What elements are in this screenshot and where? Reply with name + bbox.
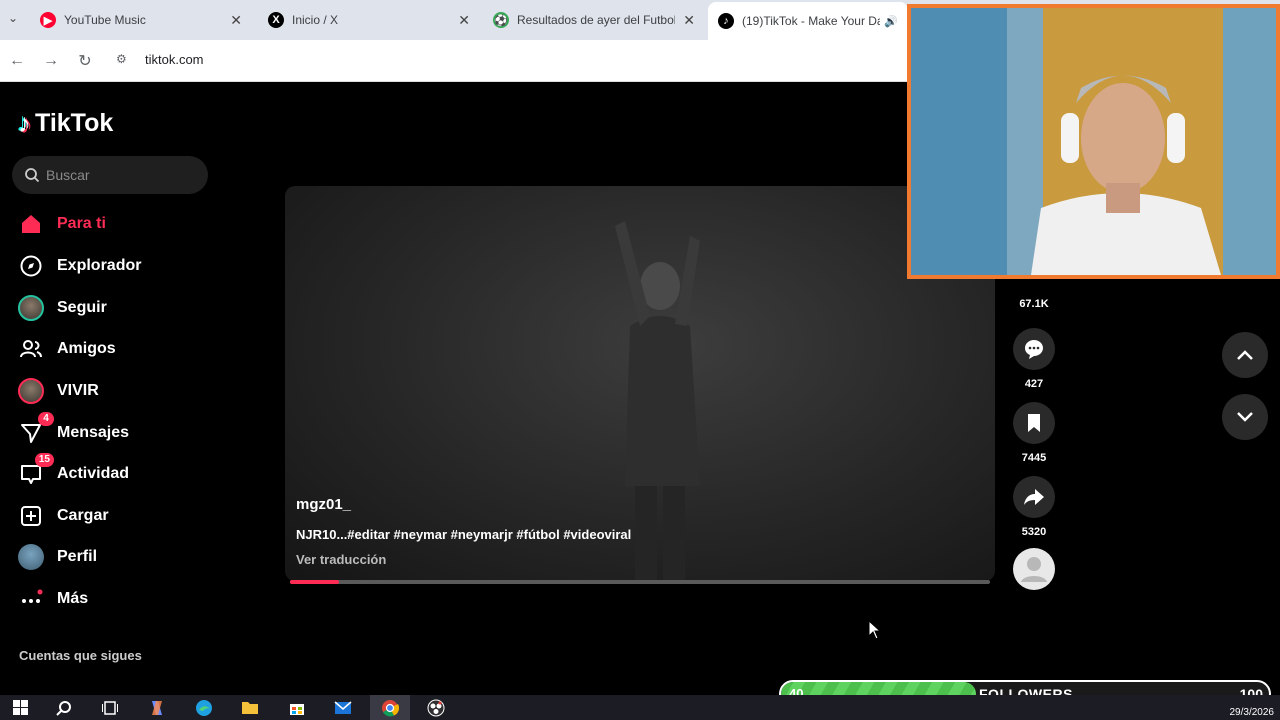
webcam-person-image (911, 8, 1276, 275)
video-player[interactable] (285, 186, 995, 581)
search-icon (25, 168, 40, 183)
tiktok-note-icon: ♪ (18, 107, 31, 138)
video-username[interactable]: mgz01_ (296, 496, 351, 513)
activity-icon: 15 (18, 453, 54, 487)
chevron-down-icon (1237, 412, 1253, 422)
bookmark-icon[interactable] (1013, 402, 1055, 444)
nav-seguir[interactable]: Seguir (18, 293, 107, 323)
comment-icon[interactable] (1013, 328, 1055, 370)
soccer-ball-icon: ⚽ (493, 12, 509, 28)
tab-tiktok[interactable]: ♪ (19)TikTok - Make Your Day 🔊 (708, 2, 908, 40)
close-tab-icon[interactable]: ✕ (458, 12, 470, 29)
tab-youtube-music[interactable]: ▶ YouTube Music ✕ (30, 4, 252, 36)
obs-icon[interactable] (416, 695, 456, 720)
live-avatar-icon (18, 378, 44, 404)
profile-avatar-icon (18, 544, 44, 570)
site-info-icon[interactable]: ⚙ (116, 52, 134, 70)
comment-action[interactable]: 427 (1012, 328, 1056, 390)
search-box[interactable] (12, 156, 208, 194)
nav-cargar[interactable]: Cargar (18, 501, 109, 531)
upload-icon (18, 503, 44, 529)
tab-futbol-results[interactable]: ⚽ Resultados de ayer del Futbol A ✕ (483, 4, 705, 36)
like-count: 67.1K (1019, 298, 1049, 310)
nav-explorador[interactable]: Explorador (18, 251, 141, 281)
translate-link[interactable]: Ver traducción (296, 552, 386, 567)
compass-icon (18, 253, 44, 279)
messages-badge: 4 (38, 412, 54, 426)
x-logo-icon: X (268, 12, 284, 28)
default-avatar-icon (1013, 548, 1055, 590)
windows-taskbar: 29/3/2026 (0, 695, 1280, 720)
close-tab-icon[interactable]: ✕ (230, 12, 242, 29)
forward-arrow-icon[interactable]: → (40, 50, 62, 72)
video-progress-fill (290, 580, 339, 584)
share-action[interactable]: 5320 (1012, 476, 1056, 538)
share-count: 5320 (1021, 526, 1047, 538)
search-input[interactable] (46, 167, 196, 183)
activity-badge: 15 (34, 453, 54, 467)
save-action[interactable]: 7445 (1012, 402, 1056, 464)
file-explorer-icon[interactable] (230, 695, 270, 720)
messages-icon: 4 (18, 412, 54, 446)
home-icon (18, 211, 44, 237)
microsoft-store-icon[interactable] (277, 695, 317, 720)
nav-perfil[interactable]: Perfil (18, 542, 97, 572)
windows-start-icon[interactable] (0, 695, 40, 720)
nav-actividad[interactable]: 15 Actividad (18, 453, 129, 489)
nav-mas[interactable]: Más (18, 584, 88, 614)
previous-video-button[interactable] (1222, 332, 1268, 378)
taskbar-search-icon[interactable] (44, 695, 84, 720)
speaker-icon[interactable]: 🔊 (884, 15, 898, 28)
nav-mensajes[interactable]: 4 Mensajes (18, 412, 129, 448)
task-view-icon[interactable] (90, 695, 130, 720)
taskbar-date: 29/3/2026 (1229, 707, 1275, 718)
tiktok-favicon-icon: ♪ (718, 13, 734, 29)
youtube-music-icon: ▶ (40, 12, 56, 28)
webcam-overlay (907, 4, 1280, 279)
video-progress-bar[interactable] (290, 580, 990, 584)
mail-icon[interactable] (323, 695, 363, 720)
following-accounts-title: Cuentas que sigues (19, 648, 142, 663)
tab-search-chevron-icon[interactable]: ⌄ (8, 11, 24, 27)
tiktok-logo[interactable]: ♪ TikTok (18, 106, 113, 140)
video-caption: NJR10...#editar #neymar #neymarjr #fútbo… (296, 527, 632, 542)
tab-x-inicio[interactable]: X Inicio / X ✕ (258, 4, 480, 36)
share-icon[interactable] (1013, 476, 1055, 518)
save-count: 7445 (1021, 452, 1047, 464)
creator-avatar[interactable] (1012, 548, 1056, 590)
close-tab-icon[interactable]: ✕ (683, 12, 695, 29)
mouse-cursor-icon (868, 620, 882, 640)
reload-icon[interactable]: ↻ (74, 50, 96, 72)
back-arrow-icon[interactable]: ← (6, 50, 28, 72)
nav-vivir[interactable]: VIVIR (18, 376, 99, 406)
chrome-icon[interactable] (370, 695, 410, 720)
nav-amigos[interactable]: Amigos (18, 334, 116, 364)
friends-icon (18, 336, 44, 362)
comment-count: 427 (1024, 378, 1044, 390)
address-bar[interactable]: tiktok.com (145, 52, 204, 67)
copilot-icon[interactable] (137, 695, 177, 720)
next-video-button[interactable] (1222, 394, 1268, 440)
following-avatar-icon (18, 295, 44, 321)
like-action[interactable]: 67.1K (1012, 290, 1056, 310)
video-frame-player-figure (615, 221, 700, 581)
nav-para-ti[interactable]: Para ti (18, 209, 106, 239)
chevron-up-icon (1237, 350, 1253, 360)
more-icon (18, 586, 44, 612)
edge-browser-icon[interactable] (184, 695, 224, 720)
